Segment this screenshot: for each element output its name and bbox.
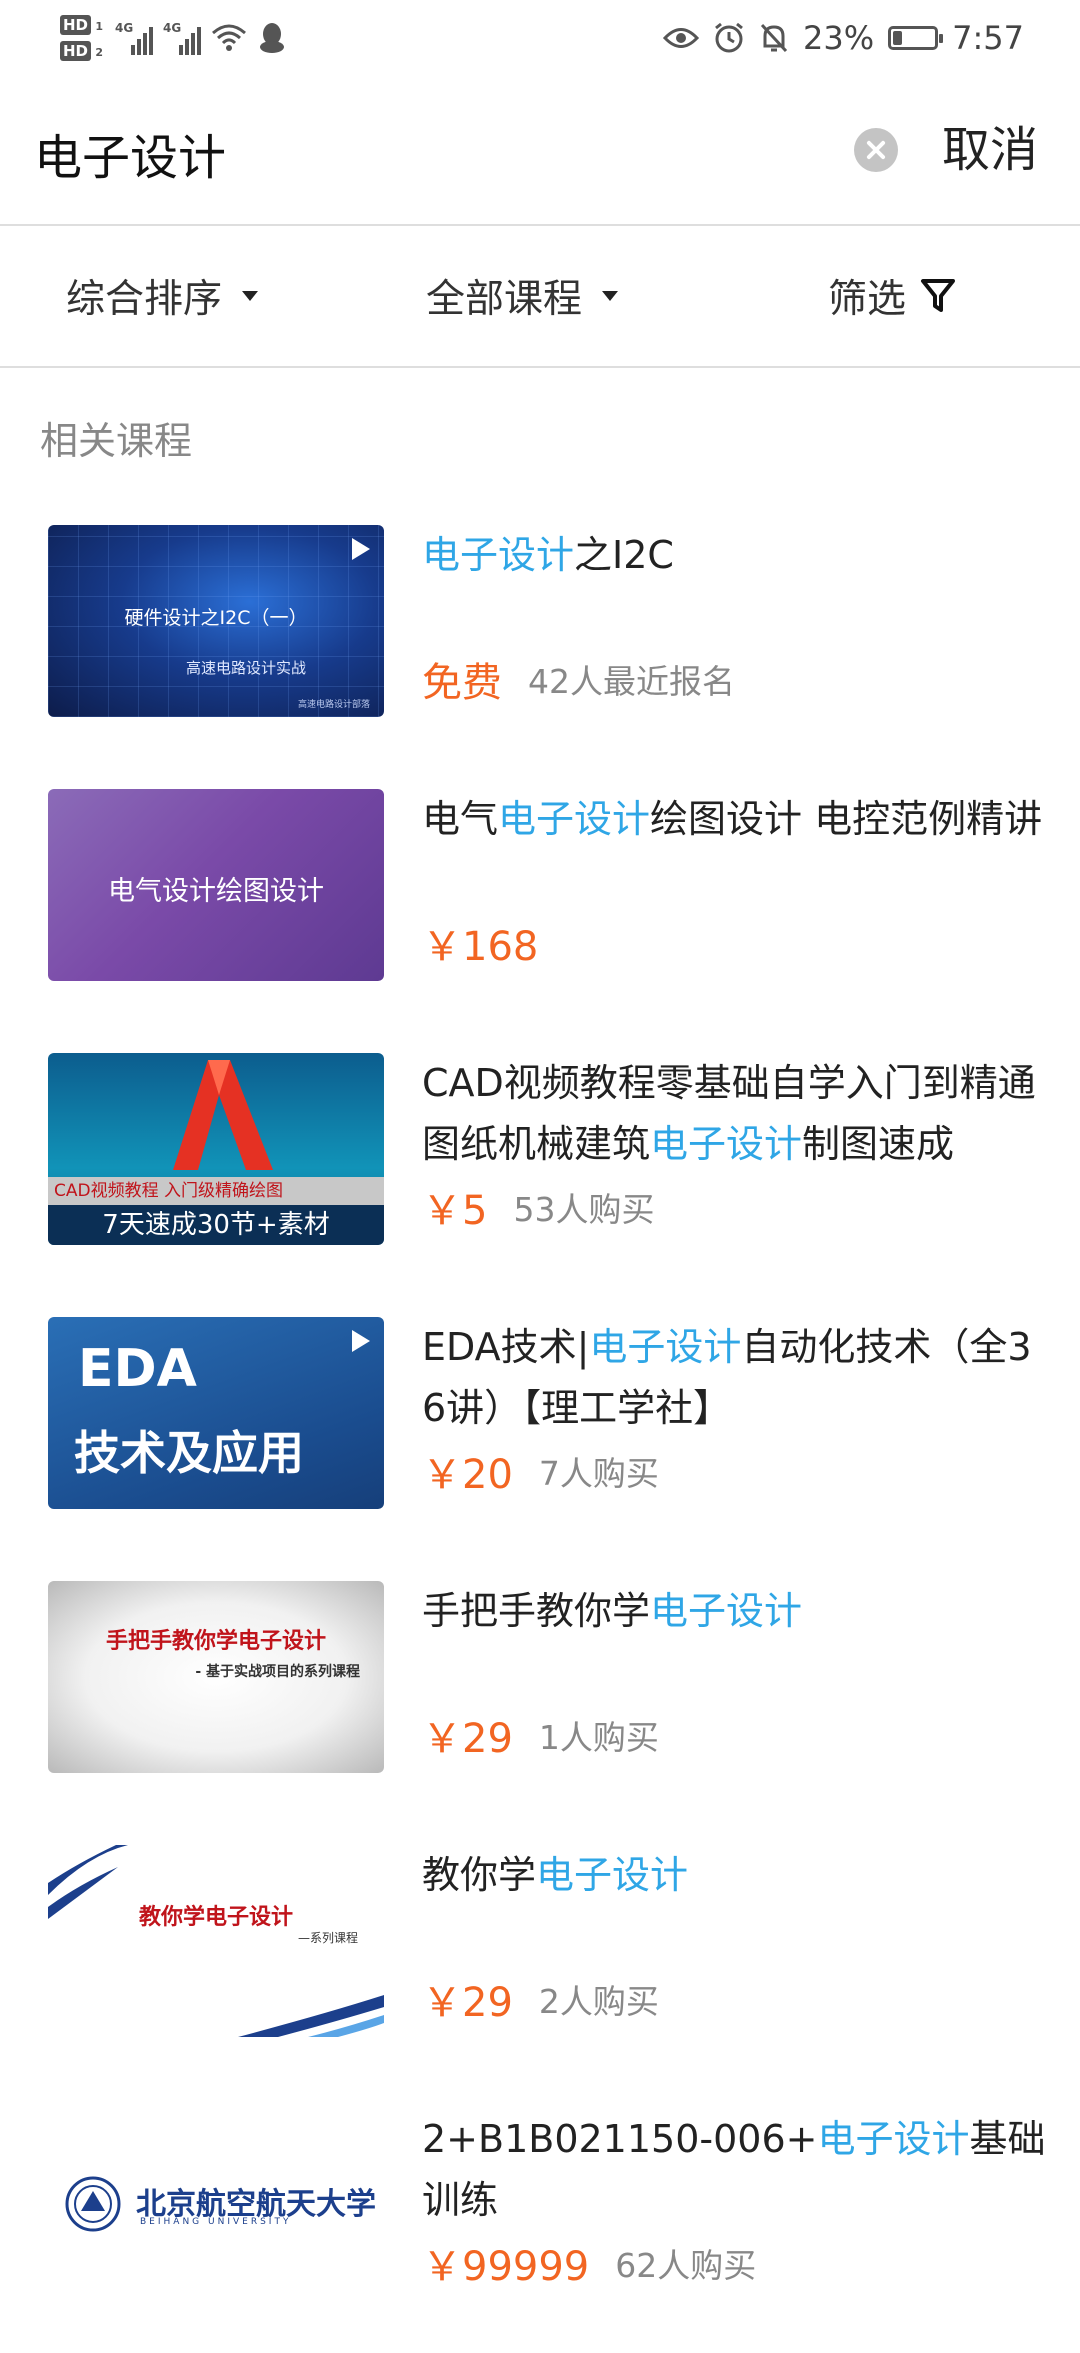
course-meta: ￥168 <box>422 911 538 975</box>
status-right: 23% 7:57 <box>663 12 1024 64</box>
course-meta: ￥5 53人购买 <box>422 1175 654 1239</box>
battery-icon <box>888 26 944 50</box>
course-enroll-count: 42人最近报名 <box>528 662 735 701</box>
course-price: ￥5 <box>422 1188 488 1234</box>
search-header: 取消 <box>0 96 1080 206</box>
header-divider <box>0 224 1080 226</box>
clear-search-icon[interactable] <box>854 128 898 172</box>
course-item[interactable]: 教你学电子设计 —系列课程 教你学电子设计 ￥29 2人购买 <box>0 1825 1080 2089</box>
course-thumbnail: 北京航空航天大学 BEIHANG UNIVERSITY <box>48 2109 384 2301</box>
thumb-title: 手把手教你学电子设计 <box>105 1629 326 1654</box>
course-title: 手把手教你学电子设计 <box>422 1589 803 1633</box>
category-label: 全部课程 <box>426 277 583 322</box>
search-input[interactable] <box>34 118 814 188</box>
thumb-line1: EDA <box>78 1339 197 1399</box>
course-price: ￥99999 <box>422 2244 590 2290</box>
sort-dropdown[interactable]: 综合排序 <box>66 266 259 326</box>
course-buyer-count: 62人购买 <box>615 2246 757 2285</box>
hd2-badge: HD 2 <box>60 41 103 61</box>
filter-button[interactable]: 筛选 <box>828 266 956 326</box>
course-price: ￥20 <box>422 1452 513 1498</box>
course-thumbnail: 电气设计绘图设计 <box>48 789 384 981</box>
cancel-button[interactable]: 取消 <box>942 120 1038 180</box>
qq-icon <box>260 23 285 53</box>
wifi-icon <box>212 24 247 51</box>
play-icon <box>352 538 370 560</box>
course-list: 硬件设计之I2C（一） 高速电路设计实战 高速电路设计部落 电子设计之I2C 免… <box>0 505 1080 2353</box>
course-thumbnail: 教你学电子设计 —系列课程 <box>48 1845 384 2037</box>
course-thumbnail: EDA 技术及应用 <box>48 1317 384 1509</box>
filter-label: 筛选 <box>828 277 907 322</box>
course-price: ￥168 <box>422 924 539 970</box>
category-dropdown[interactable]: 全部课程 <box>426 266 619 326</box>
course-price: ￥29 <box>422 1980 513 2026</box>
course-thumbnail: 硬件设计之I2C（一） 高速电路设计实战 高速电路设计部落 <box>48 525 384 717</box>
thumb-banner: CAD视频教程 入门级精确绘图 <box>54 1181 283 1201</box>
eye-icon <box>663 28 700 48</box>
thumb-title: 硬件设计之I2C（一） <box>124 607 308 629</box>
course-item[interactable]: 电气设计绘图设计 电气电子设计绘图设计 电控范例精讲 ￥168 <box>0 769 1080 1033</box>
filter-divider <box>0 366 1080 368</box>
battery-percent: 23% <box>803 19 875 57</box>
course-title: CAD视频教程零基础自学入门到精通图纸机械建筑电子设计制图速成 <box>422 1061 1036 1166</box>
course-meta: ￥29 1人购买 <box>422 1703 659 1767</box>
course-title: EDA技术|电子设计自动化技术（全36讲）【理工学社】 <box>422 1325 1032 1430</box>
signal-1-icon: 4G <box>115 21 154 55</box>
caret-down-icon <box>602 291 619 301</box>
thumb-title: 电气设计绘图设计 <box>108 876 324 907</box>
course-meta: ￥99999 62人购买 <box>422 2231 756 2295</box>
thumb-subtitle: 高速电路设计实战 <box>185 659 306 677</box>
course-price: ￥29 <box>422 1716 513 1762</box>
course-title: 2+B1B021150-006+电子设计基础训练 <box>422 2117 1046 2222</box>
course-thumbnail: 手把手教你学电子设计 - 基于实战项目的系列课程 <box>48 1581 384 1773</box>
course-meta: ￥29 2人购买 <box>422 1967 659 2031</box>
university-seal-logo <box>65 2176 121 2232</box>
clock-time: 7:57 <box>952 19 1024 57</box>
course-thumbnail: CAD视频教程 入门级精确绘图 7天速成30节+素材 <box>48 1053 384 1245</box>
alarm-icon <box>715 22 743 53</box>
course-title: 教你学电子设计 <box>422 1853 689 1897</box>
autocad-logo-icon <box>173 1060 273 1170</box>
thumb-line2: 技术及应用 <box>74 1426 304 1480</box>
caret-down-icon <box>242 291 259 301</box>
status-left: HD 1 HD 2 4G 4G <box>60 6 287 70</box>
thumb-subtitle: BEIHANG UNIVERSITY <box>140 2217 292 2227</box>
section-title: 相关课程 <box>40 419 193 463</box>
course-price: 免费 <box>422 660 502 706</box>
thumb-footnote: 高速电路设计部落 <box>297 700 370 710</box>
thumb-footer: 7天速成30节+素材 <box>102 1210 330 1240</box>
filter-bar: 综合排序 全部课程 筛选 <box>0 228 1080 364</box>
course-title: 电气电子设计绘图设计 电控范例精讲 <box>422 797 1043 841</box>
hd1-badge: HD 1 <box>60 15 103 35</box>
signal-2-icon: 4G <box>163 21 202 55</box>
hd-indicators: HD 1 HD 2 <box>60 15 103 61</box>
sort-label: 综合排序 <box>66 277 223 322</box>
course-meta: ￥20 7人购买 <box>422 1439 659 1503</box>
filter-funnel-icon <box>921 279 956 312</box>
course-item[interactable]: 北京航空航天大学 BEIHANG UNIVERSITY 2+B1B021150-… <box>0 2089 1080 2353</box>
course-item[interactable]: EDA 技术及应用 EDA技术|电子设计自动化技术（全36讲）【理工学社】 ￥2… <box>0 1297 1080 1561</box>
course-buyer-count: 1人购买 <box>538 1718 659 1757</box>
course-buyer-count: 53人购买 <box>513 1190 655 1229</box>
course-buyer-count: 2人购买 <box>538 1982 659 2021</box>
course-buyer-count: 7人购买 <box>538 1454 659 1493</box>
thumb-subtitle: —系列课程 <box>297 1931 358 1945</box>
course-meta: 免费 42人最近报名 <box>422 647 735 711</box>
status-bar: HD 1 HD 2 4G 4G 23% 7:57 <box>0 0 1080 76</box>
course-item[interactable]: CAD视频教程 入门级精确绘图 7天速成30节+素材 CAD视频教程零基础自学入… <box>0 1033 1080 1297</box>
mute-icon <box>760 23 788 53</box>
thumb-title: 教你学电子设计 <box>138 1905 293 1930</box>
thumb-subtitle: - 基于实战项目的系列课程 <box>195 1664 360 1680</box>
course-item[interactable]: 硬件设计之I2C（一） 高速电路设计实战 高速电路设计部落 电子设计之I2C 免… <box>0 505 1080 769</box>
course-item[interactable]: 手把手教你学电子设计 - 基于实战项目的系列课程 手把手教你学电子设计 ￥29 … <box>0 1561 1080 1825</box>
course-title: 电子设计之I2C <box>422 533 674 577</box>
